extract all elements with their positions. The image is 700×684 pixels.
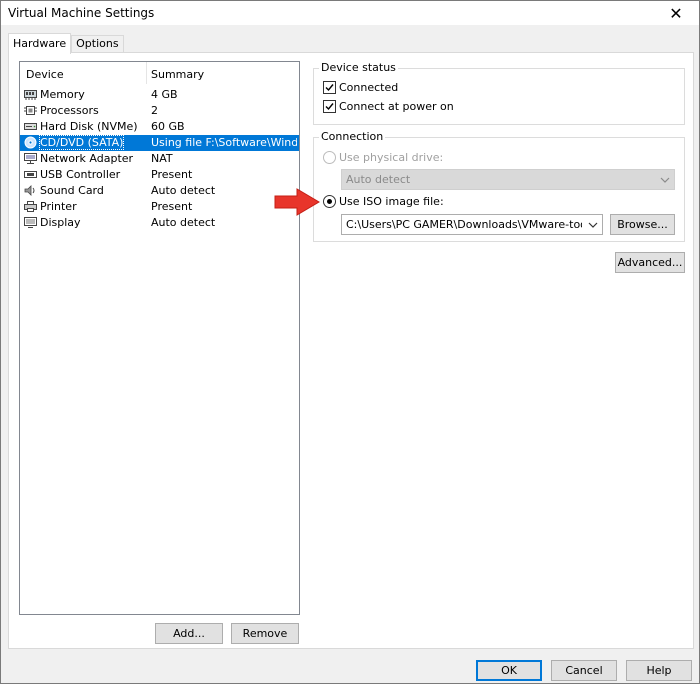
remove-button[interactable]: Remove	[231, 623, 299, 644]
tab-options[interactable]: Options	[71, 35, 124, 53]
device-status-group: Device status Connected Connect at power…	[313, 61, 685, 125]
device-row-sound-card[interactable]: Sound Card Auto detect	[20, 183, 299, 199]
memory-icon	[24, 89, 37, 100]
device-summary: Present	[151, 168, 193, 181]
display-icon	[24, 217, 37, 228]
printer-icon	[24, 201, 37, 212]
red-arrow-icon	[273, 187, 323, 217]
device-name: Processors	[40, 104, 99, 117]
usb-icon	[24, 169, 37, 180]
connect-at-power-on-label[interactable]: Connect at power on	[339, 100, 454, 113]
device-list[interactable]: Device Summary Memory 4 GB Processors 2	[19, 61, 300, 615]
column-separator[interactable]	[146, 62, 147, 84]
tab-hardware[interactable]: Hardware	[8, 33, 72, 54]
connect-at-power-on-checkbox[interactable]	[323, 100, 336, 113]
device-status-label: Device status	[319, 61, 398, 74]
device-name: USB Controller	[40, 168, 121, 181]
processor-icon	[24, 105, 37, 116]
browse-button[interactable]: Browse...	[610, 214, 675, 235]
device-list-header: Device Summary	[20, 62, 299, 84]
device-summary: Auto detect	[151, 216, 216, 229]
help-button[interactable]: Help	[626, 660, 692, 681]
device-row-printer[interactable]: Printer Present	[20, 199, 299, 215]
hard-disk-icon	[24, 121, 37, 132]
column-summary[interactable]: Summary	[151, 68, 204, 81]
ok-button[interactable]: OK	[476, 660, 542, 681]
radio-dot	[327, 199, 332, 204]
device-row-memory[interactable]: Memory 4 GB	[20, 87, 299, 103]
connection-group: Connection Use physical drive: Auto dete…	[313, 130, 685, 242]
physical-drive-select-value: Auto detect	[346, 173, 411, 186]
device-summary: 60 GB	[151, 120, 185, 133]
physical-drive-radio[interactable]	[323, 151, 336, 164]
physical-drive-select[interactable]: Auto detect	[341, 169, 675, 190]
iso-image-radio[interactable]	[323, 195, 336, 208]
device-name: CD/DVD (SATA)	[38, 135, 125, 150]
physical-drive-label[interactable]: Use physical drive:	[339, 151, 443, 164]
network-adapter-icon	[24, 153, 37, 164]
chevron-down-icon	[588, 220, 598, 230]
iso-image-label[interactable]: Use ISO image file:	[339, 195, 444, 208]
add-button[interactable]: Add...	[155, 623, 223, 644]
hardware-panel: Device Summary Memory 4 GB Processors 2	[8, 52, 694, 649]
chevron-down-icon	[660, 175, 670, 185]
advanced-button[interactable]: Advanced...	[615, 252, 685, 273]
device-name: Hard Disk (NVMe)	[40, 120, 138, 133]
title-bar: Virtual Machine Settings ✕	[1, 1, 699, 25]
column-device[interactable]: Device	[26, 68, 64, 81]
device-row-hard-disk[interactable]: Hard Disk (NVMe) 60 GB	[20, 119, 299, 135]
device-row-usb-controller[interactable]: USB Controller Present	[20, 167, 299, 183]
device-row-network-adapter[interactable]: Network Adapter NAT	[20, 151, 299, 167]
device-row-cd-dvd[interactable]: CD/DVD (SATA) Using file F:\Software\Win…	[20, 135, 299, 151]
window-title: Virtual Machine Settings	[8, 6, 155, 20]
cancel-button[interactable]: Cancel	[551, 660, 617, 681]
device-name: Display	[40, 216, 81, 229]
iso-path-select[interactable]: C:\Users\PC GAMER\Downloads\VMware-tools…	[341, 214, 603, 235]
cd-dvd-icon	[24, 136, 37, 149]
device-name: Network Adapter	[40, 152, 134, 165]
connected-label[interactable]: Connected	[339, 81, 398, 94]
settings-window: Virtual Machine Settings ✕ Hardware Opti…	[0, 0, 700, 684]
device-row-display[interactable]: Display Auto detect	[20, 215, 299, 231]
device-name: Sound Card	[40, 184, 104, 197]
device-name: Memory	[40, 88, 85, 101]
sound-card-icon	[24, 185, 37, 196]
connection-label: Connection	[319, 130, 386, 143]
tab-strip: Hardware Options	[8, 33, 124, 54]
device-summary: 4 GB	[151, 88, 178, 101]
connected-checkbox[interactable]	[323, 81, 336, 94]
close-icon[interactable]: ✕	[653, 1, 699, 25]
device-row-processors[interactable]: Processors 2	[20, 103, 299, 119]
device-summary: 2	[151, 104, 158, 117]
device-summary: NAT	[151, 152, 173, 165]
iso-path-value: C:\Users\PC GAMER\Downloads\VMware-tools…	[346, 218, 582, 231]
device-summary: Using file F:\Software\Windo...	[151, 136, 297, 149]
device-name: Printer	[40, 200, 77, 213]
